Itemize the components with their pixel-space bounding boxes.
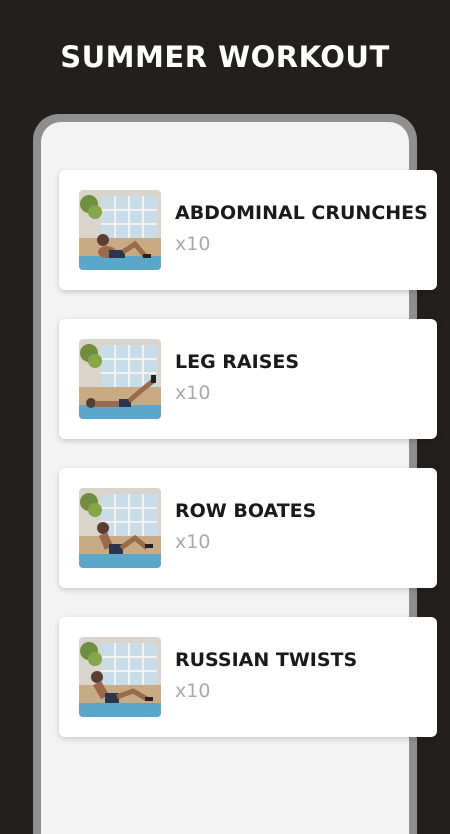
exercise-card[interactable]: ABDOMINAL CRUNCHES x10: [59, 170, 437, 290]
exercise-thumbnail: [79, 637, 161, 717]
page-title: SUMMER WORKOUT: [60, 40, 390, 74]
exercise-thumbnail: [79, 339, 161, 419]
exercise-reps: x10: [175, 233, 211, 255]
exercise-card[interactable]: ROW BOATES x10: [59, 468, 437, 588]
exercise-reps: x10: [175, 382, 211, 404]
exercise-card[interactable]: RUSSIAN TWISTS x10: [59, 617, 437, 737]
exercise-reps: x10: [175, 531, 211, 553]
exercise-name: ABDOMINAL CRUNCHES: [175, 202, 428, 224]
exercise-thumbnail: [79, 488, 161, 568]
exercise-reps: x10: [175, 680, 211, 702]
exercise-card[interactable]: LEG RAISES x10: [59, 319, 437, 439]
exercise-thumbnail: [79, 190, 161, 270]
exercise-name: RUSSIAN TWISTS: [175, 649, 358, 671]
exercise-name: ROW BOATES: [175, 500, 317, 522]
exercise-name: LEG RAISES: [175, 351, 300, 373]
